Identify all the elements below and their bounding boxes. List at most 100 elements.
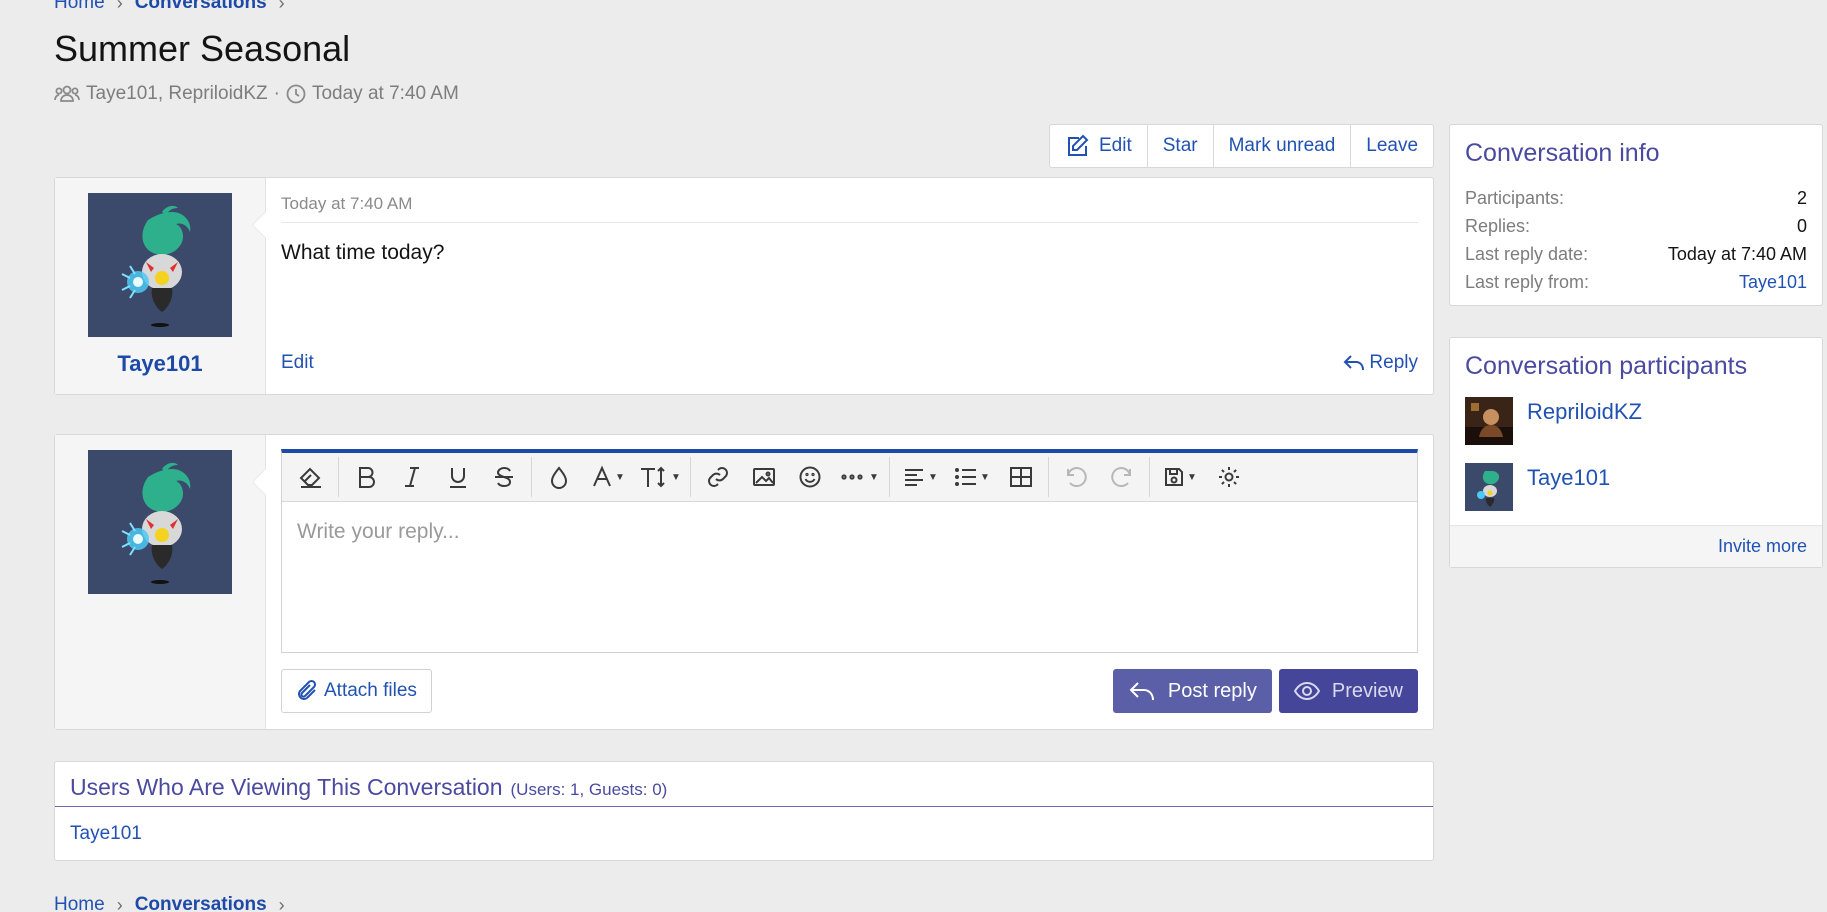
align-button[interactable]: ▼ — [894, 457, 946, 497]
breadcrumb-separator: › — [278, 894, 285, 912]
participant-name[interactable]: Taye101 — [1527, 465, 1610, 491]
quick-reply-block: ▼ ▼ ▼ ▼ ▼ ▼ Write your reply... Attach f… — [54, 434, 1434, 730]
chevron-down-icon: ▼ — [671, 471, 681, 483]
eraser-icon — [298, 465, 324, 489]
reply-user-column — [55, 435, 266, 729]
insert-image-button[interactable] — [741, 457, 787, 497]
breadcrumb-top: Home › Conversations › — [54, 0, 285, 14]
font-family-button[interactable]: ▼ — [582, 457, 634, 497]
message-reply-link[interactable]: Reply — [1343, 352, 1418, 374]
strikethrough-button[interactable] — [481, 457, 527, 497]
edit-button[interactable]: Edit — [1050, 125, 1148, 167]
insert-table-button[interactable] — [998, 457, 1044, 497]
mark-unread-button[interactable]: Mark unread — [1214, 125, 1352, 167]
info-label: Last reply date: — [1465, 244, 1589, 264]
reply-input[interactable]: Write your reply... — [282, 502, 1417, 562]
breadcrumb-home[interactable]: Home — [54, 0, 105, 14]
avatar[interactable] — [88, 193, 232, 337]
drafts-button[interactable]: ▼ — [1154, 457, 1206, 497]
reply-arrow — [253, 469, 266, 495]
toolbar-separator — [690, 457, 691, 497]
viewers-header: Users Who Are Viewing This Conversation … — [55, 762, 1433, 807]
rich-text-editor: ▼ ▼ ▼ ▼ ▼ ▼ Write your reply... — [281, 449, 1418, 653]
info-value: Today at 7:40 AM — [1667, 244, 1807, 264]
breadcrumb-separator: › — [278, 0, 285, 13]
edit-icon — [1065, 134, 1091, 158]
clear-formatting-button[interactable] — [288, 457, 334, 497]
toolbar-separator — [1149, 457, 1150, 497]
table-icon — [1009, 466, 1033, 488]
preview-button[interactable]: Preview — [1278, 669, 1418, 713]
attach-files-button[interactable]: Attach files — [281, 669, 432, 713]
participant-name[interactable]: RepriloidKZ — [1527, 399, 1642, 425]
viewers-count: (Users: 1, Guests: 0) — [510, 780, 668, 799]
breadcrumb-conversations[interactable]: Conversations — [135, 894, 267, 912]
text-color-button[interactable] — [536, 457, 582, 497]
breadcrumb-conversations[interactable]: Conversations — [135, 0, 267, 14]
undo-button[interactable] — [1053, 457, 1099, 497]
strikethrough-icon — [493, 465, 515, 489]
info-row-replies: Replies: 0 — [1465, 216, 1807, 237]
viewer-user-link[interactable]: Taye101 — [70, 823, 142, 844]
insert-link-button[interactable] — [695, 457, 741, 497]
more-options-button[interactable]: ▼ — [833, 457, 885, 497]
insert-smilie-button[interactable] — [787, 457, 833, 497]
meta-dot: · — [273, 83, 280, 104]
avatar[interactable] — [1465, 397, 1513, 445]
preview-label: Preview — [1331, 679, 1403, 702]
text-height-icon — [639, 465, 669, 489]
image-icon — [752, 466, 776, 488]
post-reply-button[interactable]: Post reply — [1112, 669, 1272, 713]
message-date[interactable]: Today at 7:40 AM — [281, 194, 1418, 223]
eye-icon — [1293, 681, 1320, 701]
info-label: Replies: — [1465, 216, 1531, 236]
redo-icon — [1110, 465, 1134, 489]
bold-button[interactable] — [343, 457, 389, 497]
paperclip-icon — [296, 679, 318, 703]
breadcrumb-home[interactable]: Home — [54, 894, 105, 912]
reply-content: ▼ ▼ ▼ ▼ ▼ ▼ Write your reply... Attach f… — [266, 435, 1433, 729]
conversation-actions: Edit Star Mark unread Leave — [1049, 124, 1435, 168]
participants-line: Taye101, RepriloidKZ — [86, 83, 268, 104]
editor-footer: Attach files Post reply Preview — [281, 669, 1418, 713]
italic-icon — [401, 465, 423, 489]
italic-button[interactable] — [389, 457, 435, 497]
edit-label: Edit — [1099, 135, 1132, 156]
last-reply-user-link[interactable]: Taye101 — [1739, 272, 1807, 293]
info-label: Participants: — [1465, 188, 1565, 208]
editor-submit-buttons: Post reply Preview — [1112, 669, 1418, 713]
leave-button[interactable]: Leave — [1351, 125, 1433, 167]
invite-more-link[interactable]: Invite more — [1450, 525, 1822, 567]
conversation-time: Today at 7:40 AM — [311, 83, 459, 104]
participant-item: Taye101 — [1465, 463, 1807, 511]
list-button[interactable]: ▼ — [946, 457, 998, 497]
avatar[interactable] — [88, 450, 232, 594]
message-footer: Edit Reply — [281, 352, 1418, 374]
droplet-icon — [548, 465, 570, 489]
post-reply-label: Post reply — [1167, 679, 1257, 702]
toolbar-separator — [1048, 457, 1049, 497]
reply-icon — [1343, 353, 1365, 373]
message-user-column: Taye101 — [55, 178, 266, 394]
undo-icon — [1064, 465, 1088, 489]
toolbar-separator — [531, 457, 532, 497]
underline-button[interactable] — [435, 457, 481, 497]
avatar[interactable] — [1465, 463, 1513, 511]
message-author[interactable]: Taye101 — [117, 351, 202, 377]
chevron-down-icon: ▼ — [980, 471, 990, 483]
chevron-down-icon: ▼ — [1187, 471, 1197, 483]
redo-button[interactable] — [1099, 457, 1145, 497]
chevron-down-icon: ▼ — [869, 471, 879, 483]
star-button[interactable]: Star — [1148, 125, 1214, 167]
message-edit-link[interactable]: Edit — [281, 352, 314, 374]
editor-settings-button[interactable] — [1206, 457, 1252, 497]
info-row-last-reply-from: Last reply from: Taye101 — [1465, 272, 1807, 293]
font-size-button[interactable]: ▼ — [634, 457, 686, 497]
breadcrumb-bottom: Home › Conversations › — [54, 894, 285, 912]
smile-icon — [798, 465, 822, 489]
chevron-down-icon: ▼ — [928, 471, 938, 483]
attach-files-label: Attach files — [324, 680, 417, 701]
conversation-info-title: Conversation info — [1465, 139, 1660, 167]
reply-icon — [1128, 679, 1156, 703]
align-left-icon — [902, 465, 926, 489]
